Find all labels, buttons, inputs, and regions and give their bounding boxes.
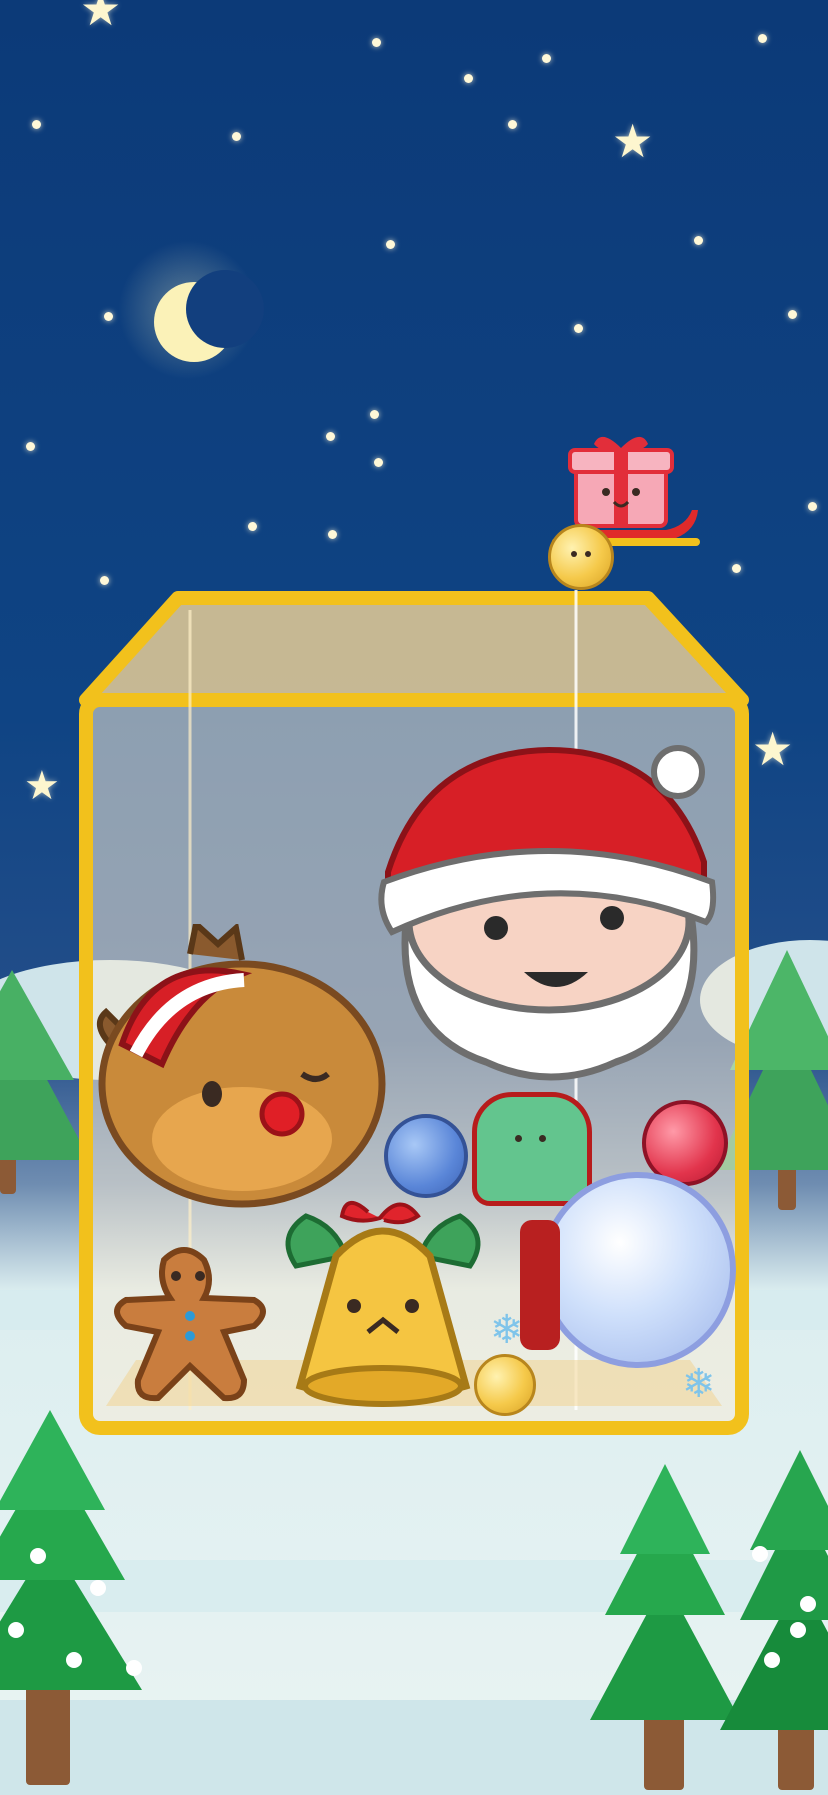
golden-bell-piece (276, 1196, 490, 1414)
santa-head-piece (366, 732, 732, 1084)
snow-globe-piece (540, 1172, 736, 1368)
snow-globe-base (520, 1220, 560, 1350)
snowflake-icon: ❄ (490, 1307, 524, 1353)
blue-ornament-piece (384, 1114, 468, 1198)
mitten-piece (472, 1092, 592, 1206)
reindeer-head-piece (92, 918, 392, 1214)
game-scene[interactable]: ★ ★ ★ ★ ❄ ❄ (0, 0, 828, 1795)
gold-ornament-ball-piece (474, 1354, 536, 1416)
gold-ornament-ball-current (548, 524, 614, 590)
container-lid-top (79, 591, 749, 707)
gingerbread-man-piece (104, 1240, 274, 1408)
snowflake-icon: ❄ (682, 1361, 716, 1407)
